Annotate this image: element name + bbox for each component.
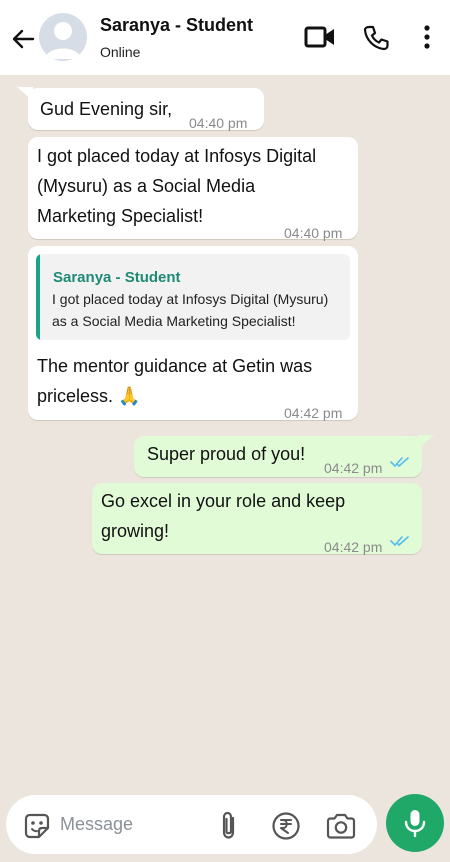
message-time: 04:40 pm bbox=[189, 115, 248, 131]
quote-accent-bar bbox=[36, 254, 40, 340]
avatar[interactable] bbox=[39, 13, 87, 61]
contact-status: Online bbox=[100, 44, 141, 60]
camera-icon[interactable] bbox=[325, 812, 357, 840]
voice-record-button[interactable] bbox=[386, 794, 444, 852]
outgoing-message[interactable]: Go excel in your role and keep growing! … bbox=[92, 483, 422, 555]
message-time: 04:42 pm bbox=[324, 539, 383, 555]
message-input[interactable]: Message bbox=[60, 814, 133, 835]
more-options-icon[interactable] bbox=[421, 24, 433, 50]
video-call-icon[interactable] bbox=[304, 25, 336, 49]
contact-name[interactable]: Saranya - Student bbox=[100, 15, 253, 36]
quoted-text: I got placed today at Infosys Digital (M… bbox=[52, 291, 329, 329]
avatar-placeholder-icon bbox=[45, 22, 81, 59]
message-time: 04:42 pm bbox=[284, 405, 343, 421]
incoming-message[interactable]: Gud Evening sir, 04:40 pm bbox=[28, 88, 264, 131]
voice-call-icon[interactable] bbox=[362, 24, 390, 52]
read-ticks-icon bbox=[390, 536, 409, 546]
message-composer[interactable]: Message bbox=[6, 795, 377, 854]
mic-icon bbox=[404, 810, 426, 838]
message-time: 04:42 pm bbox=[324, 460, 383, 476]
back-arrow-icon[interactable] bbox=[10, 26, 36, 52]
sticker-icon[interactable] bbox=[22, 811, 52, 841]
chat-area[interactable]: Gud Evening sir, 04:40 pm I got placed t… bbox=[0, 75, 450, 787]
quoted-message[interactable]: Saranya - Student I got placed today at … bbox=[36, 254, 350, 340]
chat-header: Saranya - Student Online bbox=[0, 0, 450, 75]
read-ticks-icon bbox=[390, 457, 409, 467]
attach-icon[interactable] bbox=[218, 810, 240, 842]
incoming-reply-message[interactable]: Saranya - Student I got placed today at … bbox=[28, 246, 358, 421]
message-time: 04:40 pm bbox=[284, 225, 343, 241]
message-text: Super proud of you! bbox=[147, 444, 306, 464]
incoming-message[interactable]: I got placed today at Infosys Digital (M… bbox=[28, 137, 358, 241]
outgoing-message[interactable]: Super proud of you! 04:42 pm bbox=[134, 436, 422, 477]
rupee-payment-icon[interactable] bbox=[271, 811, 301, 841]
message-text: Gud Evening sir, bbox=[40, 99, 173, 119]
